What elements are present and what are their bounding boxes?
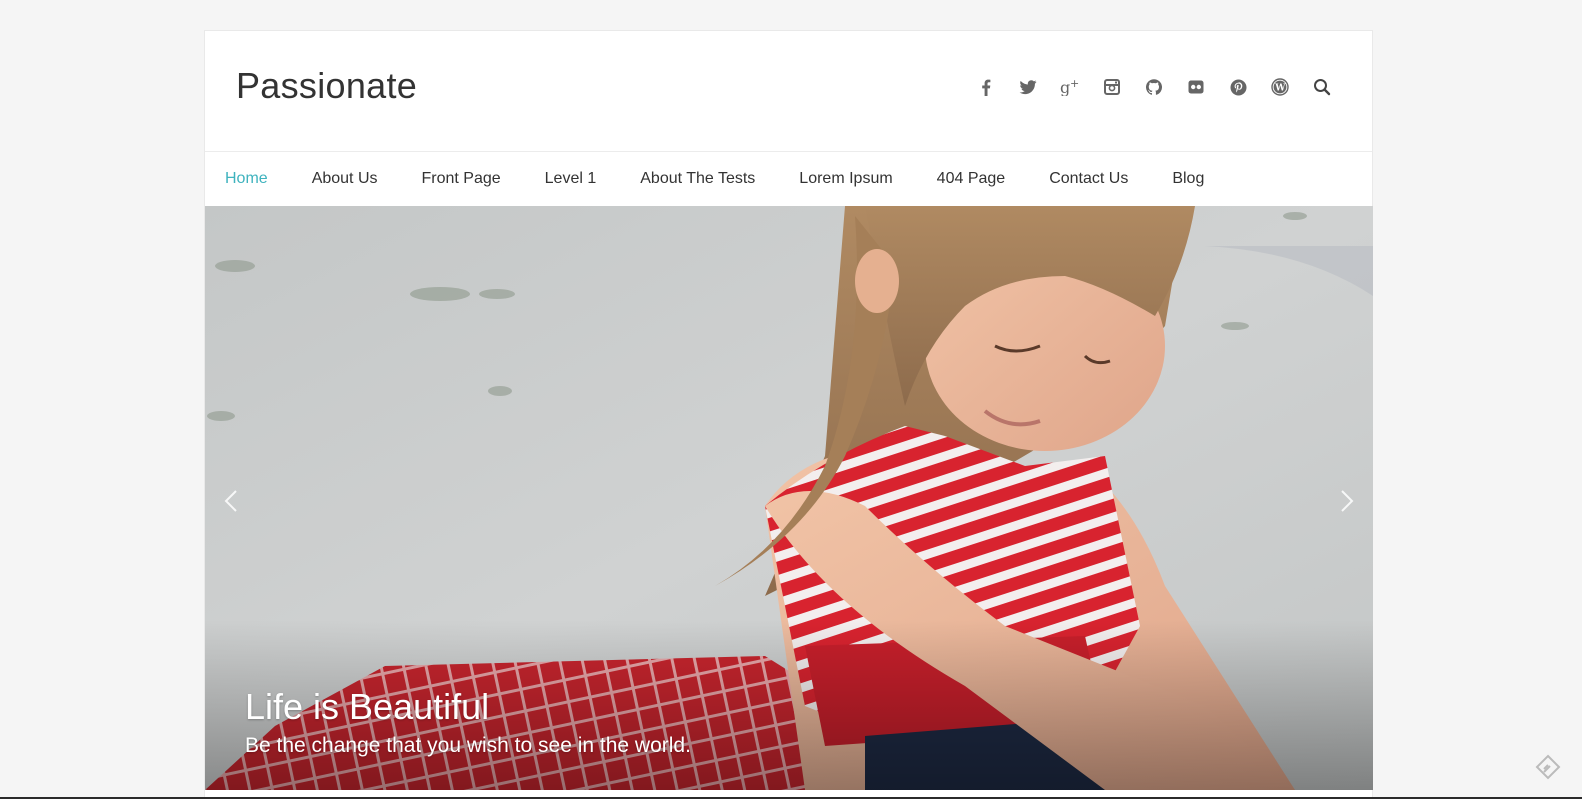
svg-text:g: g <box>1060 78 1070 96</box>
nav-item-contact-us[interactable]: Contact Us <box>1049 170 1128 188</box>
search-icon[interactable] <box>1312 77 1332 97</box>
nav-item-front-page[interactable]: Front Page <box>422 170 501 188</box>
nav-item-lorem-ipsum[interactable]: Lorem Ipsum <box>799 170 892 188</box>
flickr-icon[interactable] <box>1186 77 1206 97</box>
main-navigation: Home About Us Front Page Level 1 About T… <box>205 153 1372 205</box>
svg-text:W: W <box>1274 83 1286 93</box>
instagram-icon[interactable] <box>1102 77 1122 97</box>
svg-text:+: + <box>1070 78 1079 90</box>
nav-item-home[interactable]: Home <box>225 170 268 188</box>
github-icon[interactable] <box>1144 77 1164 97</box>
slide-title: Life is Beautiful <box>245 686 490 727</box>
hero-slider[interactable]: Life is Beautiful Be the change that you… <box>205 206 1373 790</box>
chevron-left-icon <box>224 490 237 512</box>
twitter-icon[interactable] <box>1018 77 1038 97</box>
slider-prev-button[interactable] <box>219 486 243 516</box>
site-container: Passionate g + W Home About Us Front Pag… <box>204 30 1373 799</box>
social-icons: g + W <box>954 75 1332 99</box>
nav-item-about-the-tests[interactable]: About The Tests <box>640 170 755 188</box>
wordpress-icon[interactable]: W <box>1270 77 1290 97</box>
nav-item-blog[interactable]: Blog <box>1172 170 1204 188</box>
pinterest-icon[interactable] <box>1228 77 1248 97</box>
chevron-right-icon <box>1341 490 1354 512</box>
slide-subtitle: Be the change that you wish to see in th… <box>245 734 691 757</box>
slider-next-button[interactable] <box>1335 486 1359 516</box>
site-title[interactable]: Passionate <box>236 65 417 107</box>
google-plus-icon[interactable]: g + <box>1060 77 1080 97</box>
facebook-icon[interactable] <box>976 77 996 97</box>
nav-item-about-us[interactable]: About Us <box>312 170 378 188</box>
nav-item-404-page[interactable]: 404 Page <box>937 170 1006 188</box>
site-header: Passionate g + W <box>205 31 1372 152</box>
feedly-icon[interactable] <box>1535 754 1561 780</box>
nav-item-level-1[interactable]: Level 1 <box>545 170 597 188</box>
